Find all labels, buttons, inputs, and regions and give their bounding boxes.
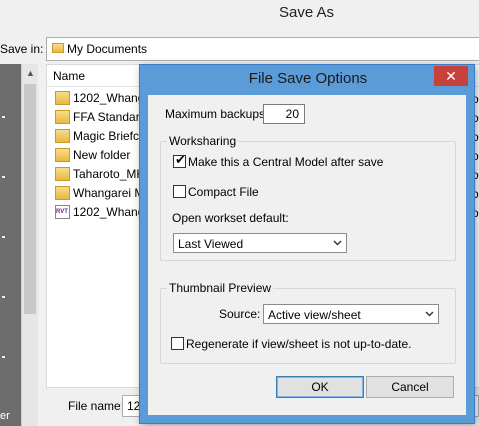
scroll-up-icon[interactable]: ▲: [26, 68, 35, 78]
places-item-label: er: [0, 410, 10, 422]
list-item[interactable]: Magic Briefca: [53, 127, 153, 146]
thumbnail-group-label: Thumbnail Preview: [167, 281, 274, 295]
dialog-body: Maximum backups: 20 Worksharing ✔ Make t…: [148, 95, 466, 415]
folder-icon: [55, 129, 70, 143]
file-name: 1202_Whang: [73, 91, 145, 105]
max-backups-value: 20: [285, 107, 299, 121]
places-marker: [2, 356, 5, 358]
chevron-down-icon: [333, 240, 342, 246]
thumbnail-group: Thumbnail Preview: [160, 281, 456, 364]
save-as-titlebar: Save As: [0, 0, 479, 30]
list-item[interactable]: Whangarei M: [53, 184, 153, 203]
file-name: 1202_Whang: [73, 205, 145, 219]
compact-file-checkbox[interactable]: [173, 185, 186, 198]
column-name-label: Name: [53, 69, 86, 83]
source-select[interactable]: Active view/sheet: [263, 304, 439, 324]
checkmark-icon: ✔: [175, 152, 186, 167]
chevron-down-icon: [425, 311, 434, 317]
list-item[interactable]: 1202_Whang: [53, 203, 153, 222]
file-name: New folder: [73, 148, 131, 162]
places-marker: [2, 296, 5, 298]
central-model-checkbox[interactable]: ✔: [173, 152, 186, 168]
places-marker: [2, 176, 5, 178]
places-scrollbar[interactable]: ▲: [21, 64, 38, 426]
save-in-label: Save in:: [0, 42, 44, 56]
regenerate-label: Regenerate if view/sheet is not up-to-da…: [186, 337, 412, 351]
folder-icon: [55, 110, 70, 124]
source-label: Source:: [219, 307, 261, 321]
places-marker: [2, 116, 5, 118]
scroll-thumb[interactable]: [24, 84, 36, 314]
ok-button[interactable]: OK: [276, 376, 364, 398]
max-backups-input[interactable]: 20: [263, 104, 305, 124]
file-name: Whangarei M: [73, 186, 145, 200]
list-item[interactable]: New folder: [53, 146, 153, 165]
file-name: FFA Standard: [73, 110, 147, 124]
list-item[interactable]: Taharoto_MK: [53, 165, 153, 184]
open-workset-value: Last Viewed: [178, 237, 244, 251]
dialog-title: File Save Options: [248, 70, 368, 87]
list-item[interactable]: 1202_Whang: [53, 89, 153, 108]
list-item[interactable]: FFA Standard: [53, 108, 153, 127]
file-name: Taharoto_MK: [73, 167, 145, 181]
close-icon: ✕: [445, 68, 457, 84]
compact-file-label: Compact File: [188, 185, 259, 199]
places-marker: [2, 236, 5, 238]
file-save-options-dialog: File Save Options ✕ Maximum backups: 20 …: [139, 64, 475, 424]
regenerate-checkbox[interactable]: [171, 337, 184, 350]
folder-icon: [55, 148, 70, 162]
central-model-label: Make this a Central Model after save: [188, 155, 384, 169]
folder-icon: [52, 43, 64, 53]
folder-icon: [55, 167, 70, 181]
open-workset-select[interactable]: Last Viewed: [173, 233, 347, 253]
rvt-file-icon: [55, 205, 70, 219]
close-button[interactable]: ✕: [434, 66, 468, 86]
folder-icon: [55, 91, 70, 105]
source-value: Active view/sheet: [268, 308, 361, 322]
max-backups-label: Maximum backups:: [165, 107, 269, 121]
file-name: Magic Briefca: [73, 129, 146, 143]
file-name-label: File name:: [68, 399, 125, 413]
worksharing-group-label: Worksharing: [167, 134, 239, 148]
open-workset-label: Open workset default:: [172, 211, 289, 225]
save-in-combo[interactable]: My Documents: [46, 37, 479, 61]
save-in-value: My Documents: [67, 42, 148, 56]
cancel-button[interactable]: Cancel: [366, 376, 454, 398]
folder-icon: [55, 186, 70, 200]
save-as-title: Save As: [278, 4, 335, 21]
